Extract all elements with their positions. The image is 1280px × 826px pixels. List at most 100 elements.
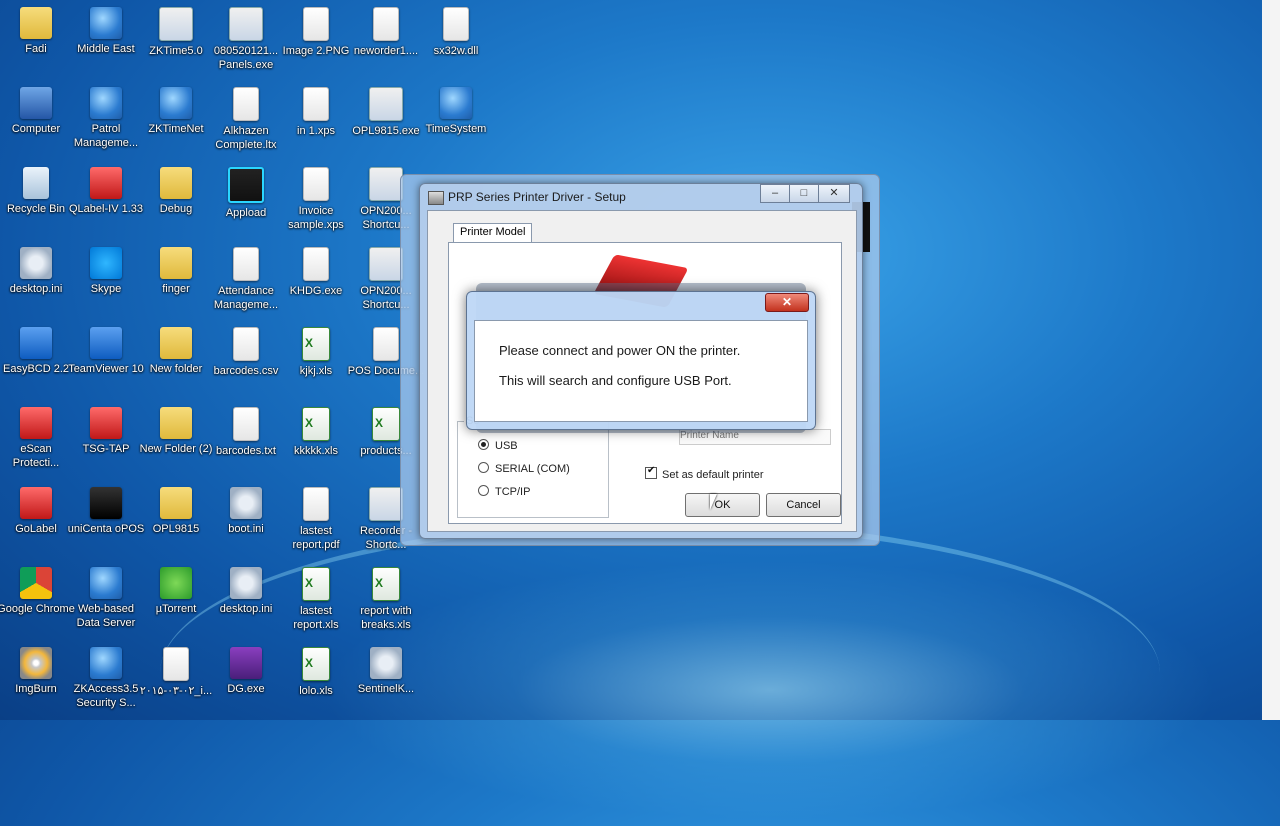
desktop-icon[interactable]: lastest report.pdf xyxy=(277,487,355,552)
text-file-icon xyxy=(233,407,259,441)
desktop-icon[interactable]: Google Chrome xyxy=(0,567,75,616)
desktop-icon[interactable]: ImgBurn xyxy=(0,647,75,696)
desktop-icon[interactable]: TeamViewer 10 xyxy=(67,327,145,376)
desktop-icon[interactable]: TSG-TAP xyxy=(67,407,145,456)
desktop-icon-label: Invoice sample.xps xyxy=(288,205,344,231)
radio-usb[interactable]: USB xyxy=(478,439,518,452)
shortcut-icon xyxy=(369,487,403,521)
desktop-icon-label: ImgBurn xyxy=(15,683,57,695)
desktop-icon-label: TeamViewer 10 xyxy=(68,363,144,375)
radio-tcpip[interactable]: TCP/IP xyxy=(478,485,530,498)
desktop-icon[interactable]: EasyBCD 2.2 xyxy=(0,327,75,376)
desktop-icon[interactable]: ZKTimeNet xyxy=(137,87,215,136)
desktop-icon-label: Middle East xyxy=(77,43,135,55)
house-app-icon xyxy=(159,7,193,41)
default-printer-checkbox-row[interactable]: Set as default printer xyxy=(645,465,764,481)
globe-shortcut-icon xyxy=(90,567,122,599)
globe-shortcut-icon xyxy=(160,87,192,119)
dialog-message-line-1: Please connect and power ON the printer. xyxy=(499,343,741,358)
desktop-icon-label: report with breaks.xls xyxy=(360,605,412,631)
desktop-icon[interactable]: Recycle Bin xyxy=(0,167,75,216)
desktop-icon[interactable]: TimeSystem xyxy=(417,87,495,136)
maximize-button[interactable]: □ xyxy=(789,184,819,203)
desktop-icon[interactable]: ۲۰۱۵-۰۳-۰۲_i... xyxy=(137,647,215,698)
recycle-bin-icon xyxy=(23,167,49,199)
desktop-icon[interactable]: Fadi xyxy=(0,7,75,56)
desktop-icon[interactable]: uniCenta oPOS xyxy=(67,487,145,536)
word-file-icon xyxy=(373,327,399,361)
desktop-icon[interactable]: Computer xyxy=(0,87,75,136)
desktop-icon-label: boot.ini xyxy=(228,523,264,535)
minimize-button[interactable]: – xyxy=(760,184,790,203)
desktop-icon[interactable]: QLabel-IV 1.33 xyxy=(67,167,145,216)
radio-usb-dot xyxy=(478,439,489,450)
desktop-icon[interactable]: lastest report.xls xyxy=(277,567,355,632)
desktop-icon[interactable]: KHDG.exe xyxy=(277,247,355,298)
radio-serial-dot xyxy=(478,462,489,473)
desktop-icon-label: ۲۰۱۵-۰۳-۰۲_i... xyxy=(139,685,213,697)
desktop-icon[interactable]: µTorrent xyxy=(137,567,215,616)
radio-serial[interactable]: SERIAL (COM) xyxy=(478,462,570,475)
desktop-icon-label: sx32w.dll xyxy=(433,45,479,57)
desktop-icon[interactable]: desktop.ini xyxy=(0,247,75,296)
desktop-icon-label: GoLabel xyxy=(15,523,57,535)
desktop-icon[interactable]: GoLabel xyxy=(0,487,75,536)
default-printer-checkbox[interactable] xyxy=(645,465,657,479)
desktop-icon-label: Recycle Bin xyxy=(6,203,66,215)
desktop-icon-label: EasyBCD 2.2 xyxy=(2,363,70,375)
desktop-icon[interactable]: finger xyxy=(137,247,215,296)
desktop-icon[interactable]: Patrol Manageme... xyxy=(67,87,145,150)
desktop-icon[interactable]: New Folder (2) xyxy=(137,407,215,456)
desktop-icon[interactable]: ZKAccess3.5 Security S... xyxy=(67,647,145,710)
desktop-icon[interactable]: Image 2.PNG xyxy=(277,7,355,58)
utorrent-icon xyxy=(160,567,192,599)
desktop-icon-label: Computer xyxy=(11,123,61,135)
desktop-icon-label: SentinelK... xyxy=(357,683,415,695)
desktop-icon[interactable]: New folder xyxy=(137,327,215,376)
close-button[interactable]: ✕ xyxy=(818,184,850,203)
desktop-icon[interactable]: Invoice sample.xps xyxy=(277,167,355,232)
desktop-icon[interactable]: Middle East xyxy=(67,7,145,56)
cancel-button[interactable]: Cancel xyxy=(766,493,841,517)
desktop-icon[interactable]: OPL9815 xyxy=(137,487,215,536)
desktop-icon-label: neworder1.... xyxy=(353,45,419,57)
desktop-icon[interactable]: barcodes.txt xyxy=(207,407,285,458)
desktop-icon[interactable]: barcodes.csv xyxy=(207,327,285,378)
desktop-icon-label: Fadi xyxy=(25,43,47,55)
desktop-icon-label: ZKAccess3.5 Security S... xyxy=(73,683,139,709)
desktop-icon[interactable]: in 1.xps xyxy=(277,87,355,138)
dialog-close-button[interactable]: ✕ xyxy=(765,293,809,312)
desktop-icon[interactable]: eScan Protecti... xyxy=(0,407,75,470)
desktop-icon-label: Web-based Data Server xyxy=(76,603,136,629)
desktop-icon[interactable]: Alkhazen Complete.ltx xyxy=(207,87,285,152)
desktop-icon[interactable]: SentinelK... xyxy=(347,647,425,696)
desktop-icon[interactable]: lolo.xls xyxy=(277,647,355,698)
desktop-icon[interactable]: Appload xyxy=(207,167,285,220)
desktop-icon-label: lastest report.xls xyxy=(293,605,339,631)
desktop-icon[interactable]: 080520121... Panels.exe xyxy=(207,7,285,72)
desktop-icon[interactable]: boot.ini xyxy=(207,487,285,536)
csv-file-icon xyxy=(233,327,259,361)
desktop-icon-label: lastest report.pdf xyxy=(292,525,340,551)
desktop-icon[interactable]: kkkkk.xls xyxy=(277,407,355,458)
desktop-icon-label: TSG-TAP xyxy=(82,443,130,455)
pdf-file-icon xyxy=(303,487,329,521)
desktop-icon[interactable]: ZKTime5.0 xyxy=(137,7,215,58)
desktop-icon[interactable]: sx32w.dll xyxy=(417,7,495,58)
desktop-icon[interactable]: Attendance Manageme... xyxy=(207,247,285,312)
desktop-icon[interactable]: OPL9815.exe xyxy=(347,87,425,138)
desktop-icon-label: TimeSystem xyxy=(425,123,487,135)
desktop-icon[interactable]: Web-based Data Server xyxy=(67,567,145,630)
desktop-icon-label: QLabel-IV 1.33 xyxy=(69,203,143,215)
tab-printer-model[interactable]: Printer Model xyxy=(453,223,533,243)
radio-usb-label: USB xyxy=(495,440,518,452)
desktop-icon[interactable]: Skype xyxy=(67,247,145,296)
desktop-icon-label: desktop.ini xyxy=(219,603,273,615)
desktop-icon[interactable]: Debug xyxy=(137,167,215,216)
desktop-icon[interactable]: neworder1.... xyxy=(347,7,425,58)
desktop-icon[interactable]: desktop.ini xyxy=(207,567,285,616)
desktop-icon[interactable]: kjkj.xls xyxy=(277,327,355,378)
desktop-icon[interactable]: report with breaks.xls xyxy=(347,567,425,632)
desktop-icon-label: in 1.xps xyxy=(297,125,335,137)
desktop-icon[interactable]: DG.exe xyxy=(207,647,285,696)
